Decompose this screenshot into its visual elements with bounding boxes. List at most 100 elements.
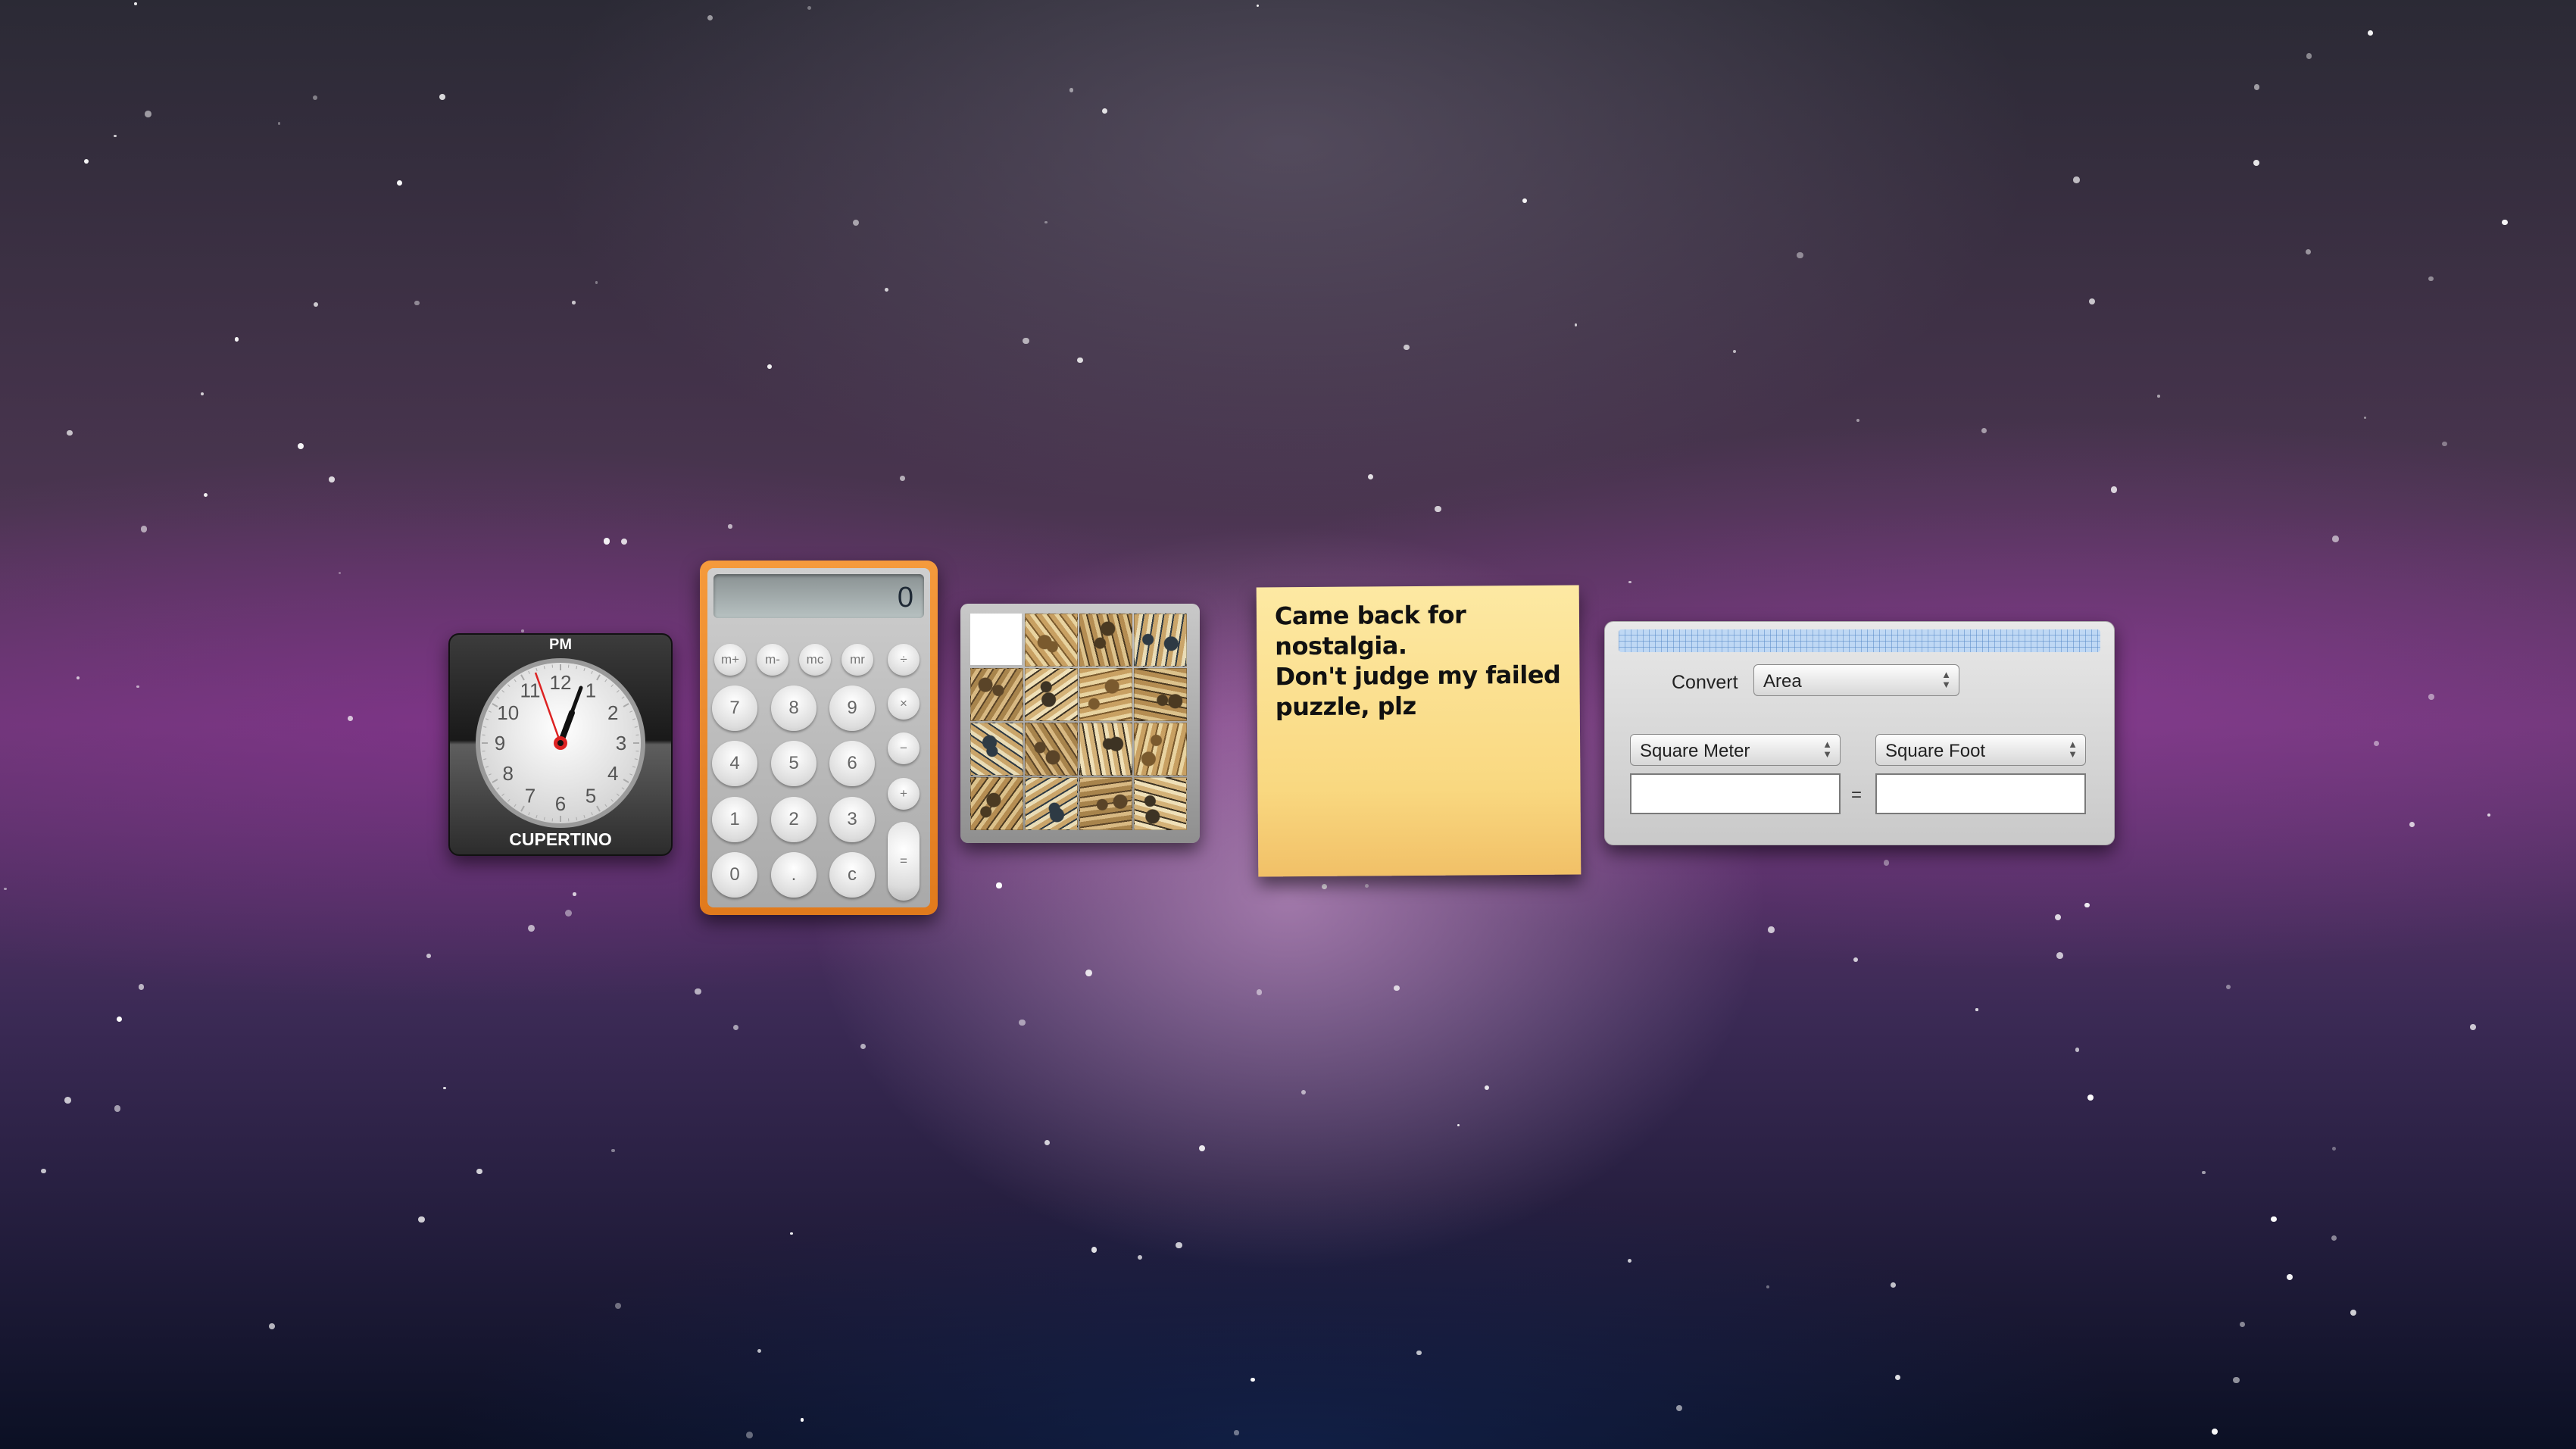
to-unit-select-value: Square Foot: [1885, 741, 1986, 761]
clock-widget[interactable]: PM 12 1 2 3 4 5 6 7 8 9 10 11 CUPERTINO: [448, 633, 673, 856]
puzzle-tile[interactable]: [1025, 668, 1078, 721]
puzzle-tile[interactable]: [1025, 723, 1078, 776]
to-unit-select[interactable]: Square Foot ▲ ▼: [1875, 734, 2086, 766]
unit-converter-widget[interactable]: Convert Area ▲ ▼ Square Meter ▲ ▼ Square F…: [1604, 621, 2115, 845]
star: [67, 429, 73, 436]
star: [1732, 350, 1737, 354]
star: [145, 111, 152, 117]
star: [2054, 913, 2062, 921]
equals-button[interactable]: =: [888, 822, 920, 901]
multiply-button[interactable]: ×: [888, 688, 920, 720]
puzzle-tile[interactable]: [1134, 723, 1187, 776]
puzzle-tile[interactable]: [1079, 614, 1132, 667]
plus-button[interactable]: +: [888, 778, 920, 810]
star: [1091, 1246, 1098, 1253]
convert-label: Convert: [1672, 672, 1738, 693]
star: [614, 1303, 621, 1310]
puzzle-tile[interactable]: [1079, 668, 1132, 721]
clock-number: 12: [550, 671, 572, 694]
star: [527, 925, 535, 932]
star: [443, 1087, 446, 1090]
star: [277, 122, 281, 125]
star: [2233, 1376, 2240, 1384]
digit-6-button[interactable]: 6: [829, 741, 875, 786]
star: [1574, 323, 1578, 326]
star: [138, 984, 144, 990]
puzzle-empty-slot[interactable]: [970, 614, 1022, 665]
digit-7-button[interactable]: 7: [712, 685, 757, 731]
from-value-input[interactable]: [1630, 773, 1841, 814]
star: [141, 526, 148, 532]
puzzle-tile[interactable]: [1134, 614, 1187, 667]
star: [1975, 1008, 1978, 1011]
star: [860, 1043, 866, 1050]
clock-number: 7: [525, 784, 535, 807]
star: [297, 442, 304, 449]
digit-4-button[interactable]: 4: [712, 741, 757, 786]
digit-5-button[interactable]: 5: [771, 741, 817, 786]
clock-ampm-label: PM: [549, 636, 572, 653]
category-select[interactable]: Area ▲ ▼: [1753, 664, 1959, 696]
star: [200, 392, 204, 396]
digit-9-button[interactable]: 9: [829, 685, 875, 731]
puzzle-tile[interactable]: [970, 723, 1023, 776]
digit-1-button[interactable]: 1: [712, 797, 757, 842]
star: [1457, 1123, 1460, 1126]
star: [1256, 4, 1260, 8]
puzzle-tile[interactable]: [1079, 723, 1132, 776]
category-select-value: Area: [1763, 671, 1802, 692]
from-unit-select[interactable]: Square Meter ▲ ▼: [1630, 734, 1841, 766]
to-value-input[interactable]: [1875, 773, 2086, 814]
calculator-widget[interactable]: 0 m+ m- mc mr ÷ 7 8 9 × 4 5 6 − 1 2 3 + …: [700, 561, 938, 915]
puzzle-tile[interactable]: [1079, 777, 1132, 830]
clear-button[interactable]: c: [829, 852, 875, 898]
puzzle-tile[interactable]: [1025, 614, 1078, 667]
star: [1101, 108, 1107, 114]
star: [347, 716, 353, 721]
memory-subtract-button[interactable]: m-: [757, 644, 788, 676]
star: [1367, 473, 1374, 480]
memory-recall-button[interactable]: mr: [841, 644, 873, 676]
star: [2157, 394, 2161, 398]
star: [476, 1168, 482, 1175]
puzzle-tile[interactable]: [1025, 777, 1078, 830]
star: [1251, 1377, 1255, 1382]
decimal-button[interactable]: .: [771, 852, 817, 898]
star: [996, 882, 1002, 888]
sticky-note-text[interactable]: Came back for nostalgia. Don't judge my …: [1275, 599, 1565, 723]
star: [2428, 693, 2434, 700]
minus-button[interactable]: −: [888, 732, 920, 764]
puzzle-tile[interactable]: [1134, 777, 1187, 830]
puzzle-tile[interactable]: [970, 777, 1023, 830]
sticky-note-widget[interactable]: Came back for nostalgia. Don't judge my …: [1256, 585, 1582, 877]
star: [611, 1149, 615, 1153]
digit-0-button[interactable]: 0: [712, 852, 757, 898]
star: [2442, 441, 2447, 447]
star: [2088, 298, 2095, 305]
star: [1484, 1085, 1490, 1091]
memory-add-button[interactable]: m+: [714, 644, 746, 676]
star: [1416, 1350, 1422, 1356]
star: [572, 300, 576, 304]
clock-number: 8: [502, 762, 513, 785]
star: [790, 1232, 793, 1235]
digit-2-button[interactable]: 2: [771, 797, 817, 842]
star: [2271, 1216, 2277, 1223]
memory-clear-button[interactable]: mc: [799, 644, 831, 676]
star: [2428, 276, 2434, 282]
puzzle-tile[interactable]: [1134, 668, 1187, 721]
star: [2056, 952, 2063, 960]
star: [1853, 957, 1859, 963]
calculator-body: 0 m+ m- mc mr ÷ 7 8 9 × 4 5 6 − 1 2 3 + …: [707, 568, 930, 907]
star: [2287, 1273, 2293, 1281]
star: [2367, 30, 2373, 36]
star: [439, 94, 446, 101]
divide-button[interactable]: ÷: [888, 644, 920, 676]
star: [2212, 1429, 2218, 1435]
star: [133, 2, 137, 5]
star: [314, 302, 319, 308]
digit-8-button[interactable]: 8: [771, 685, 817, 731]
tile-puzzle-widget[interactable]: [960, 604, 1200, 843]
puzzle-tile[interactable]: [970, 668, 1023, 721]
digit-3-button[interactable]: 3: [829, 797, 875, 842]
